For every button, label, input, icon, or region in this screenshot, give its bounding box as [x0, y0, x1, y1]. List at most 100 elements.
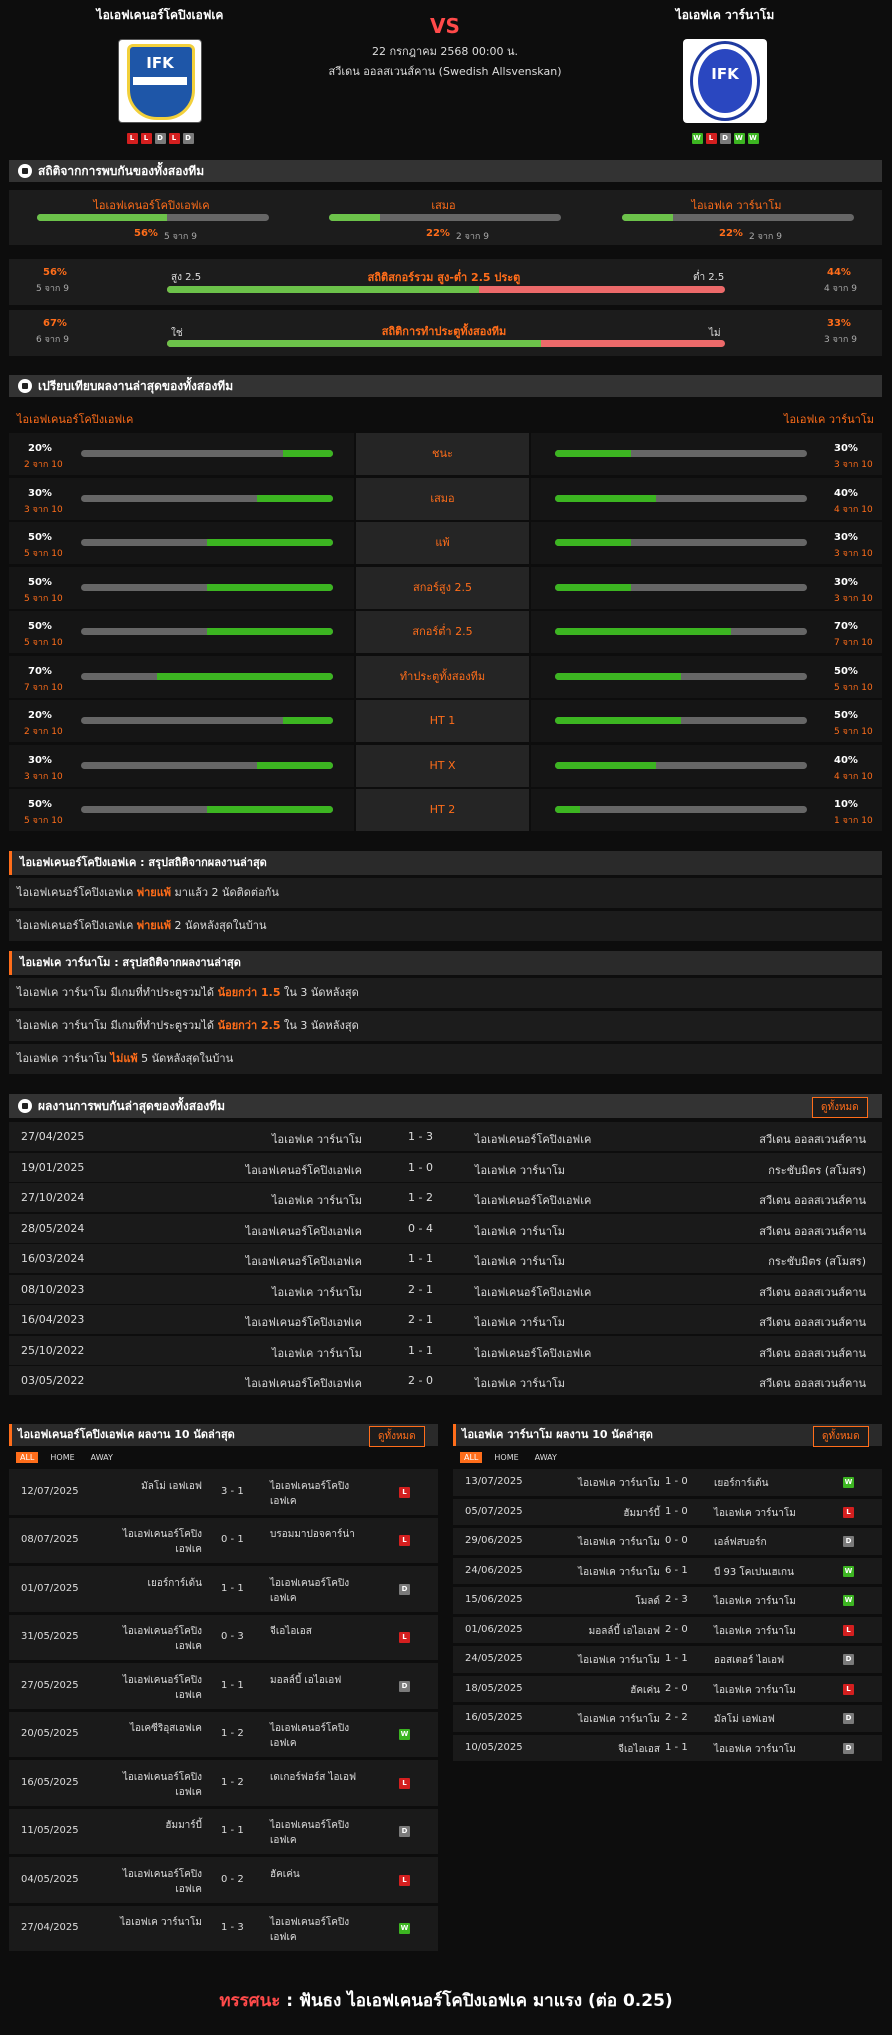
tab-all[interactable]: ALL — [16, 1452, 39, 1463]
tab-home[interactable]: HOME — [490, 1452, 522, 1463]
last10-row[interactable]: 01/07/2025 เยอร์การ์เด้น 1 - 1 ไอเอฟเคนอร์โ… — [9, 1566, 438, 1612]
h2h-col-pct: 56% — [134, 228, 158, 239]
home-team-name: ไอเอฟเค วาร์นาโม — [578, 1655, 660, 1667]
last10-row[interactable]: 16/05/2025 ไอเอฟเคนอร์โคปิงเอฟเค 1 - 2 เดเก… — [9, 1760, 438, 1806]
match-date: 25/10/2022 — [21, 1343, 85, 1357]
h2h-winrate-panel: ไอเอฟเคนอร์โคปิงเอฟเค 56% 5 จาก 9 เสมอ 22% 2 … — [9, 190, 882, 245]
compare-label: ทำประตูทั้งสองทีม — [356, 655, 529, 698]
result-badge: L — [399, 1777, 410, 1789]
home-team-name: เยอร์การ์เด้น — [147, 1577, 202, 1589]
tab-all[interactable]: ALL — [460, 1452, 483, 1463]
verdict-text: ฟันธง ไอเอฟเคนอร์โคปิงเอฟเค มาแรง (ต่อ 0… — [298, 1991, 673, 2011]
last10-row[interactable]: 24/05/2025 ไอเอฟเค วาร์นาโม 1 - 1 ออสเตอร์ … — [453, 1646, 882, 1673]
last10-row[interactable]: 13/07/2025 ไอเอฟเค วาร์นาโม 1 - 0 เยอร์การ์… — [453, 1469, 882, 1496]
summary-text: มาแล้ว 2 นัดติดต่อกัน — [171, 886, 279, 899]
home-team-name: ไอเอฟเคนอร์โคปิงเอฟเค — [245, 1163, 362, 1177]
score: 0 - 3 — [221, 1631, 244, 1643]
last10-row[interactable]: 24/06/2025 ไอเอฟเค วาร์นาโม 6 - 1 บี 93 โคเ… — [453, 1557, 882, 1584]
btts-title: สถิติการทำประตูทั้งสองทีม — [381, 325, 507, 338]
form-badge: W — [747, 133, 759, 144]
match-date: 05/07/2025 — [465, 1505, 523, 1517]
score: 1 - 2 — [221, 1728, 244, 1740]
last10-row[interactable]: 05/07/2025 ฮัมมาร์บี้ 1 - 0 ไอเอฟเค วาร์นาโ… — [453, 1498, 882, 1525]
h2h-result-row[interactable]: 28/05/2024 ไอเอฟเคนอร์โคปิงเอฟเค 0 - 4 ไอเอ… — [9, 1213, 882, 1243]
score: 1 - 2 — [221, 1776, 244, 1788]
h2h-result-row[interactable]: 27/04/2025 ไอเอฟเค วาร์นาโม 1 - 3 ไอเอฟเคนอ… — [9, 1122, 882, 1151]
home-team-name: ไอเอฟเค วาร์นาโม — [578, 1714, 660, 1726]
h2h-result-row[interactable]: 19/01/2025 ไอเอฟเคนอร์โคปิงเอฟเค 1 - 0 ไอเอ… — [9, 1152, 882, 1182]
last10-row[interactable]: 15/06/2025 โมลด์ 2 - 3 ไอเอฟเค วาร์นาโม W — [453, 1587, 882, 1614]
tab-home[interactable]: HOME — [46, 1452, 78, 1463]
h2h-result-row[interactable]: 16/03/2024 ไอเอฟเคนอร์โคปิงเอฟเค 1 - 1 ไอเอ… — [9, 1244, 882, 1273]
home-team-name: ฮัคเค่น — [630, 1684, 660, 1696]
h2h-result-row[interactable]: 16/04/2023 ไอเอฟเคนอร์โคปิงเอฟเค 2 - 1 ไอเอ… — [9, 1305, 882, 1334]
last10-row[interactable]: 10/05/2025 จีเอไอเอส 1 - 1 ไอเอฟเค วาร์นาโม… — [453, 1734, 882, 1761]
last10-row[interactable]: 08/07/2025 ไอเอฟเคนอร์โคปิงเอฟเค 0 - 1 บรอม… — [9, 1517, 438, 1563]
soccer-ball-icon — [18, 1099, 32, 1113]
away-team[interactable]: ไอเอฟเค วาร์นาโม IFK WLDWW — [615, 6, 835, 144]
score: 1 - 1 — [408, 1252, 433, 1265]
match-date: 01/07/2025 — [21, 1582, 79, 1594]
competition: กระชับมิตร (สโมสร) — [768, 1255, 866, 1268]
form-badge: L — [168, 133, 180, 144]
last10-row[interactable]: 29/06/2025 ไอเอฟเค วาร์นาโม 0 - 0 เอล์ฟสบอร… — [453, 1528, 882, 1555]
compare-row: 30% 3 จาก 10 HT X 40% 4 จาก 10 — [9, 744, 882, 787]
btts-right-pct: 33% — [827, 318, 851, 329]
compare-right-bar — [555, 717, 807, 724]
result-badge: L — [843, 1624, 854, 1636]
tab-away[interactable]: AWAY — [87, 1452, 117, 1463]
last10-row[interactable]: 20/05/2025 ไอเคซีริอุสเอฟเค 1 - 2 ไอเอฟเคนอ… — [9, 1711, 438, 1757]
compare-right-bar-fill — [555, 583, 631, 591]
home-team[interactable]: ไอเอฟเคนอร์โคปิงเอฟเค IFK LLDLD — [50, 6, 270, 144]
result-badge: W — [399, 1923, 410, 1935]
compare-right-bar — [555, 494, 807, 502]
soccer-ball-icon — [18, 379, 32, 393]
away-team-name: เดเกอร์ฟอร์ส ไอเอฟ — [270, 1771, 357, 1783]
h2h-result-row[interactable]: 25/10/2022 ไอเอฟเค วาร์นาโม 1 - 1 ไอเอฟเคนอ… — [9, 1335, 882, 1365]
btts-right-label: ไม่ — [709, 328, 721, 339]
tab-away[interactable]: AWAY — [531, 1452, 561, 1463]
form-badge: L — [140, 133, 152, 144]
home-team-name[interactable]: ไอเอฟเคนอร์โคปิงเอฟเค — [50, 6, 270, 25]
compare-left-sub: 5 จาก 10 — [24, 593, 63, 604]
away-last10-see-all-button[interactable]: ดูทั้งหมด — [813, 1426, 869, 1447]
score: 2 - 0 — [665, 1623, 688, 1635]
h2h-col-label: ไอเอฟเค วาร์นาโม — [691, 199, 782, 212]
h2h-result-row[interactable]: 08/10/2023 ไอเอฟเค วาร์นาโม 2 - 1 ไอเอฟเคนอ… — [9, 1274, 882, 1304]
match-date: 27/10/2024 — [21, 1191, 85, 1204]
compare-left-sub: 5 จาก 10 — [24, 816, 63, 826]
form-badge: L — [705, 133, 717, 144]
compare-left-bar — [81, 494, 333, 502]
score: 0 - 4 — [408, 1221, 433, 1235]
last10-row[interactable]: 01/06/2025 มอลล์บี้ เอไอเอฟ 2 - 0 ไอเอฟเค ว… — [453, 1616, 882, 1643]
last10-row[interactable]: 18/05/2025 ฮัคเค่น 2 - 0 ไอเอฟเค วาร์นาโม L — [453, 1675, 882, 1702]
h2h-col-bar-fill — [37, 214, 167, 221]
compare-left-pct: 50% — [28, 621, 52, 632]
away-team-name[interactable]: ไอเอฟเค วาร์นาโม — [615, 6, 835, 25]
h2h-stats-header: สถิติจากการพบกันของทั้งสองทีม — [9, 160, 882, 182]
compare-row: 70% 7 จาก 10 ทำประตูทั้งสองทีม 50% 5 จาก 10 — [9, 655, 882, 698]
last10-row[interactable]: 27/04/2025 ไอเอฟเค วาร์นาโม 1 - 3 ไอเอฟเคนอ… — [9, 1905, 438, 1951]
last10-row[interactable]: 27/05/2025 ไอเอฟเคนอร์โคปิงเอฟเค 1 - 1 มอลล… — [9, 1663, 438, 1709]
result-badge: L — [399, 1874, 410, 1886]
last10-row[interactable]: 12/07/2025 มัลโม่ เอฟเอฟ 3 - 1 ไอเอฟเคนอร์โ… — [9, 1469, 438, 1515]
home-last10-see-all-button[interactable]: ดูทั้งหมด — [369, 1426, 425, 1447]
btts-left-label: ใช่ — [171, 328, 183, 339]
last10-row[interactable]: 16/05/2025 ไอเอฟเค วาร์นาโม 2 - 2 มัลโม่ เอ… — [453, 1705, 882, 1732]
away-team-name: ไอเอฟเค วาร์นาโม — [475, 1163, 566, 1177]
compare-label: สกอร์สูง 2.5 — [356, 566, 529, 609]
h2h-result-row[interactable]: 03/05/2022 ไอเอฟเคนอร์โคปิงเอฟเค 2 - 0 ไอเอ… — [9, 1366, 882, 1395]
match-date: 16/05/2025 — [465, 1712, 523, 1724]
h2h-see-all-button[interactable]: ดูทั้งหมด — [812, 1097, 868, 1118]
match-date: 15/06/2025 — [465, 1594, 523, 1606]
summary-highlight: พ่ายแพ้ — [136, 919, 172, 932]
last10-row[interactable]: 11/05/2025 ฮัมมาร์บี้ 1 - 1 ไอเอฟเคนอร์โคปิ… — [9, 1808, 438, 1854]
away-team-name: ไอเอฟเค วาร์นาโม — [475, 1224, 566, 1238]
match-date: 24/06/2025 — [465, 1564, 523, 1576]
last10-row[interactable]: 04/05/2025 ไอเอฟเคนอร์โคปิงเอฟเค 0 - 2 ฮัคเ… — [9, 1857, 438, 1903]
h2h-result-row[interactable]: 27/10/2024 ไอเอฟเค วาร์นาโม 1 - 2 ไอเอฟเคนอ… — [9, 1183, 882, 1212]
last10-row[interactable]: 31/05/2025 ไอเอฟเคนอร์โคปิงเอฟเค 0 - 3 จีเอ… — [9, 1614, 438, 1660]
score: 0 - 2 — [221, 1873, 244, 1885]
compare-row: 50% 5 จาก 10 สกอร์สูง 2.5 30% 3 จาก 10 — [9, 566, 882, 609]
ou-left-sub: 5 จาก 9 — [36, 284, 69, 294]
